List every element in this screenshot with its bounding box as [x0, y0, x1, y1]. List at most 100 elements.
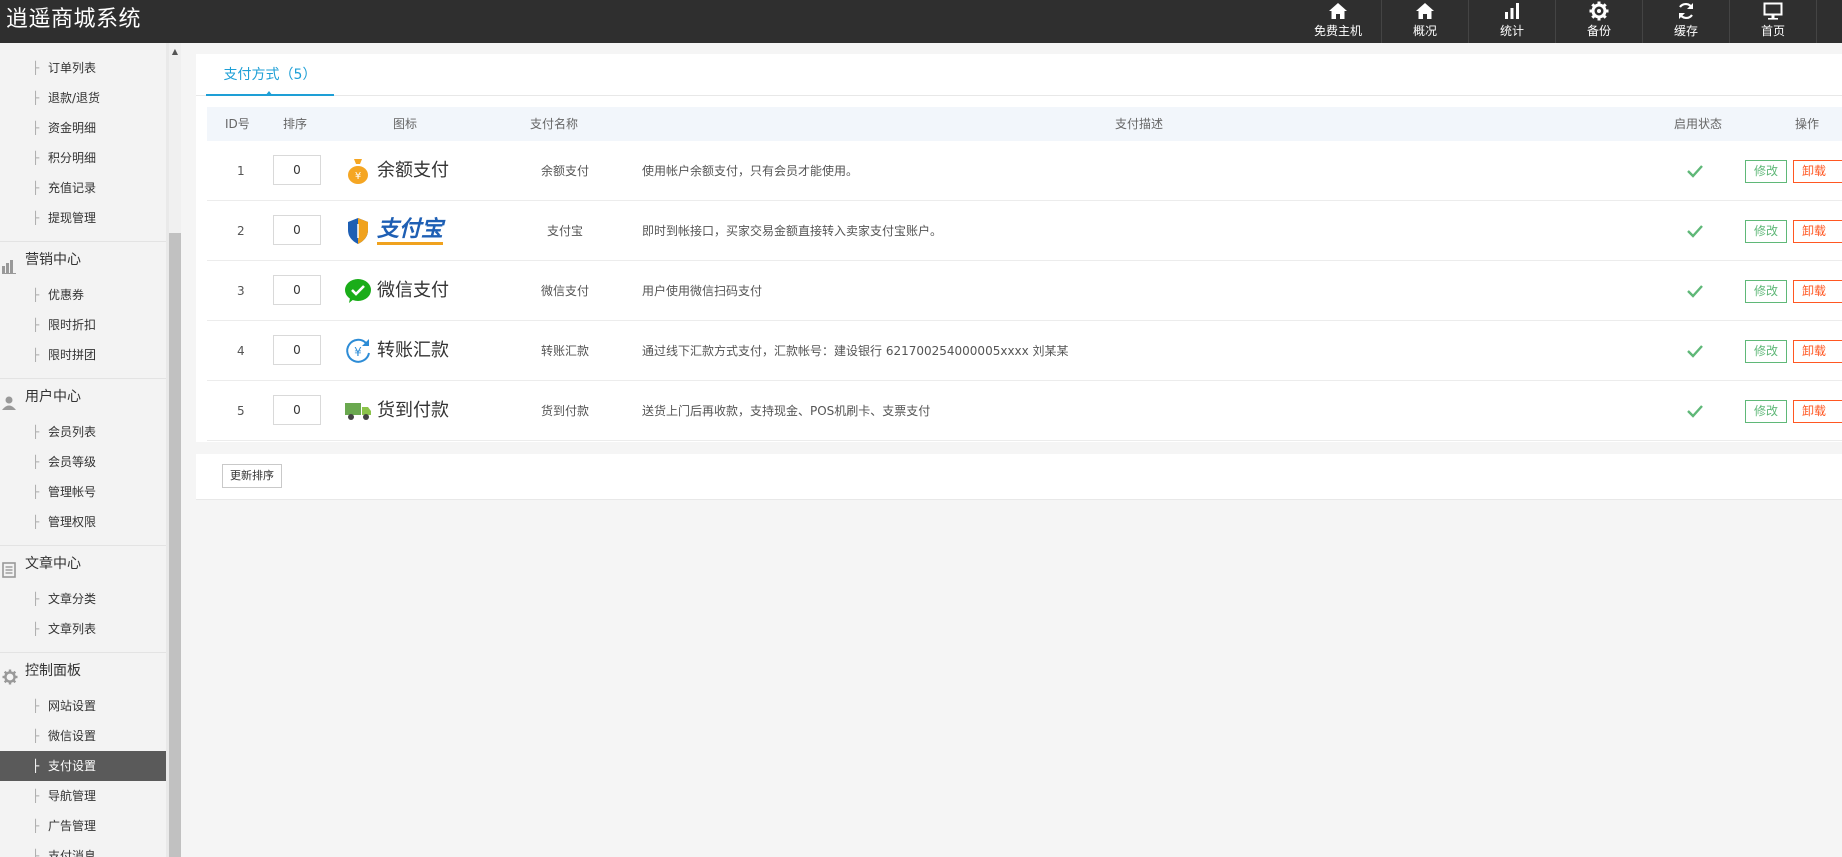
sidebar-group-marketing[interactable]: 营销中心 — [0, 241, 166, 277]
sort-input[interactable] — [273, 215, 321, 245]
user-icon — [2, 389, 16, 410]
enabled-check-icon[interactable] — [1687, 164, 1703, 178]
uninstall-button[interactable]: 卸载 — [1793, 280, 1842, 303]
edit-button[interactable]: 修改 — [1745, 160, 1787, 183]
topnav-stats[interactable]: 统计 — [1469, 0, 1556, 43]
table-row: 3 微信支付 微信支付 用户使用微信扫码支付 修改 卸载 — [207, 261, 1842, 321]
sort-input[interactable] — [273, 155, 321, 185]
home-icon — [1328, 1, 1348, 21]
transfer-icon: ¥ — [344, 337, 372, 365]
tab-payment-methods[interactable]: 支付方式（5） — [206, 54, 334, 96]
money-bag-icon: ¥ — [344, 157, 372, 185]
topnav-home[interactable]: 首页 — [1730, 0, 1817, 43]
sidebar-item-ad-management[interactable]: ├ 广告管理 — [0, 811, 166, 841]
row-id: 3 — [237, 284, 245, 298]
sidebar-item-nav-management[interactable]: ├ 导航管理 — [0, 781, 166, 811]
row-id: 2 — [237, 224, 245, 238]
wechat-pay-icon — [344, 277, 372, 305]
sidebar-item-admin-permission[interactable]: ├ 管理权限 — [0, 507, 166, 537]
update-sort-button[interactable]: 更新排序 — [222, 464, 282, 488]
scrollbar-thumb[interactable] — [169, 233, 181, 857]
payment-name: 余额支付 — [541, 164, 590, 178]
row-id: 1 — [237, 164, 245, 178]
sidebar-item-group-buy[interactable]: ├ 限时拼团 — [0, 340, 166, 370]
edit-button[interactable]: 修改 — [1745, 340, 1787, 363]
uninstall-button[interactable]: 卸载 — [1793, 220, 1842, 243]
topnav-overview[interactable]: 概况 — [1382, 0, 1469, 43]
enabled-check-icon[interactable] — [1687, 344, 1703, 358]
sidebar-item-withdraw[interactable]: ├ 提现管理 — [0, 203, 166, 233]
table-footer: 更新排序 — [196, 454, 1842, 500]
header-name: 支付名称 — [530, 117, 579, 131]
sidebar-item-order-list[interactable]: ├ 订单列表 — [0, 53, 166, 83]
table-header: ID号 排序 图标 支付名称 支付描述 启用状态 操作 — [207, 107, 1842, 141]
payment-name: 转账汇款 — [541, 344, 590, 358]
topnav-backup[interactable]: 备份 — [1556, 0, 1643, 43]
sidebar-scrollbar[interactable]: ▲ — [169, 43, 181, 857]
sidebar-group-articles[interactable]: 文章中心 — [0, 545, 166, 581]
header-id: ID号 — [225, 117, 250, 131]
delivery-truck-icon — [344, 397, 372, 425]
payment-logo: 微信支付 — [344, 273, 449, 309]
sidebar-item-article-list[interactable]: ├ 文章列表 — [0, 614, 166, 644]
sidebar-item-coupon[interactable]: ├ 优惠券 — [0, 280, 166, 310]
uninstall-button[interactable]: 卸载 — [1793, 400, 1842, 423]
uninstall-button[interactable]: 卸载 — [1793, 160, 1842, 183]
sidebar-item-flash-discount[interactable]: ├ 限时折扣 — [0, 310, 166, 340]
payment-table: ID号 排序 图标 支付名称 支付描述 启用状态 操作 1 ¥ 余额支付 余额支… — [196, 96, 1842, 442]
sidebar-item-payment-messages[interactable]: ├ 支付消息 — [0, 841, 166, 857]
header-icon: 图标 — [393, 117, 418, 131]
sidebar-item-refund[interactable]: ├ 退款/退货 — [0, 83, 166, 113]
header-ops: 操作 — [1795, 117, 1820, 131]
enabled-check-icon[interactable] — [1687, 224, 1703, 238]
alipay-shield-icon — [344, 217, 372, 245]
sidebar-item-admin-account[interactable]: ├ 管理帐号 — [0, 477, 166, 507]
uninstall-button[interactable]: 卸载 — [1793, 340, 1842, 363]
table-row: 5 货到付款 货到付款 送货上门后再收款，支持现金、POS机刷卡、支票支付 修改… — [207, 381, 1842, 441]
payment-desc: 使用帐户余额支付，只有会员才能使用。 — [642, 164, 859, 178]
sidebar-item-funds[interactable]: ├ 资金明细 — [0, 113, 166, 143]
sidebar-group-control-panel[interactable]: 控制面板 — [0, 652, 166, 688]
edit-button[interactable]: 修改 — [1745, 220, 1787, 243]
header-desc: 支付描述 — [1115, 117, 1164, 131]
sidebar-item-points[interactable]: ├ 积分明细 — [0, 143, 166, 173]
payment-name: 微信支付 — [541, 284, 590, 298]
enabled-check-icon[interactable] — [1687, 404, 1703, 418]
payment-logo: ¥ 余额支付 — [344, 153, 449, 189]
tab-bar: 支付方式（5） — [196, 54, 1842, 96]
table-row: 2 支付宝 支付宝 即时到帐接口，买家交易金额直接转入卖家支付宝账户。 修改 卸… — [207, 201, 1842, 261]
sidebar-item-member-level[interactable]: ├ 会员等级 — [0, 447, 166, 477]
sidebar-item-recharge[interactable]: ├ 充值记录 — [0, 173, 166, 203]
sort-input[interactable] — [273, 395, 321, 425]
app-title: 逍遥商城系统 — [6, 7, 142, 32]
table-row: 4 ¥ 转账汇款 转账汇款 通过线下汇款方式支付，汇款帐号：建设银行 62170… — [207, 321, 1842, 381]
payment-name: 货到付款 — [541, 404, 590, 418]
topnav-free-host[interactable]: 免费主机 — [1295, 0, 1382, 43]
sort-input[interactable] — [273, 275, 321, 305]
sidebar-item-wechat-settings[interactable]: ├ 微信设置 — [0, 721, 166, 751]
sidebar-group-users[interactable]: 用户中心 — [0, 378, 166, 414]
top-bar: 逍遥商城系统 免费主机 概况 统计 备份 缓存 首页 — [0, 0, 1842, 43]
svg-text:¥: ¥ — [354, 345, 362, 359]
sidebar-item-article-category[interactable]: ├ 文章分类 — [0, 584, 166, 614]
gear-icon — [2, 663, 18, 685]
refresh-icon — [1676, 1, 1696, 21]
topnav-cache[interactable]: 缓存 — [1643, 0, 1730, 43]
scroll-up-arrow-icon[interactable]: ▲ — [169, 47, 181, 57]
header-status: 启用状态 — [1674, 117, 1723, 131]
monitor-icon — [1763, 1, 1783, 21]
sidebar-item-site-settings[interactable]: ├ 网站设置 — [0, 691, 166, 721]
edit-button[interactable]: 修改 — [1745, 400, 1787, 423]
sidebar-item-payment-settings[interactable]: ├ 支付设置 — [0, 751, 166, 781]
document-icon — [2, 556, 16, 578]
row-id: 5 — [237, 404, 245, 418]
sort-input[interactable] — [273, 335, 321, 365]
edit-button[interactable]: 修改 — [1745, 280, 1787, 303]
payment-desc: 通过线下汇款方式支付，汇款帐号：建设银行 621700254000005xxxx… — [642, 344, 1069, 358]
home-icon — [1415, 1, 1435, 21]
payment-desc: 送货上门后再收款，支持现金、POS机刷卡、支票支付 — [642, 404, 931, 418]
sidebar-item-member-list[interactable]: ├ 会员列表 — [0, 417, 166, 447]
gear-icon — [1589, 1, 1609, 21]
enabled-check-icon[interactable] — [1687, 284, 1703, 298]
top-nav: 免费主机 概况 统计 备份 缓存 首页 — [1295, 0, 1817, 43]
